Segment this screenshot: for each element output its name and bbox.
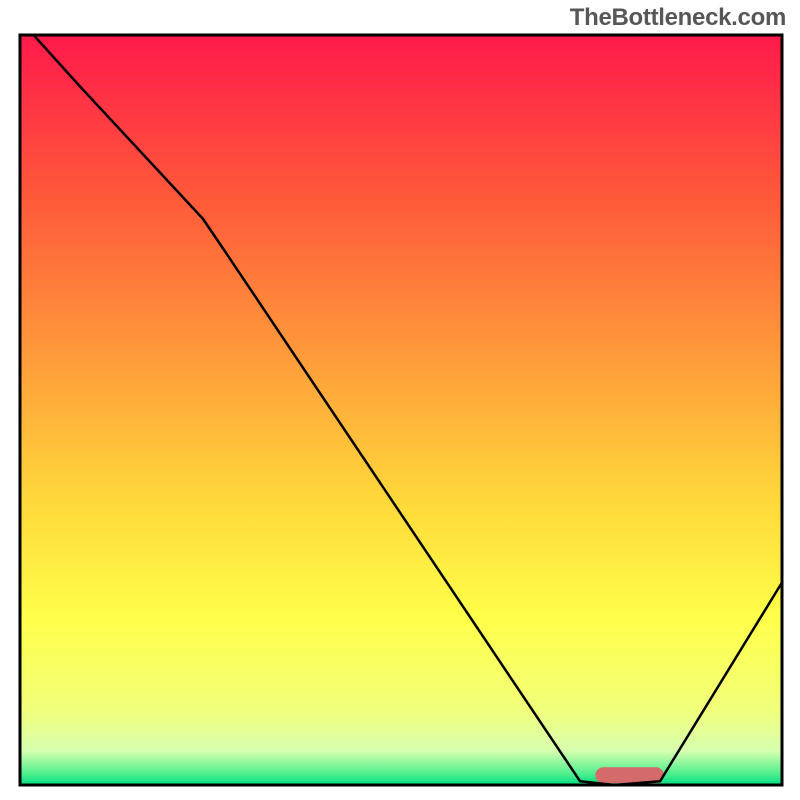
gradient-background — [20, 35, 782, 785]
watermark-text: TheBottleneck.com — [570, 4, 786, 32]
chart-container: TheBottleneck.com — [0, 0, 800, 800]
bottleneck-chart — [0, 0, 800, 800]
